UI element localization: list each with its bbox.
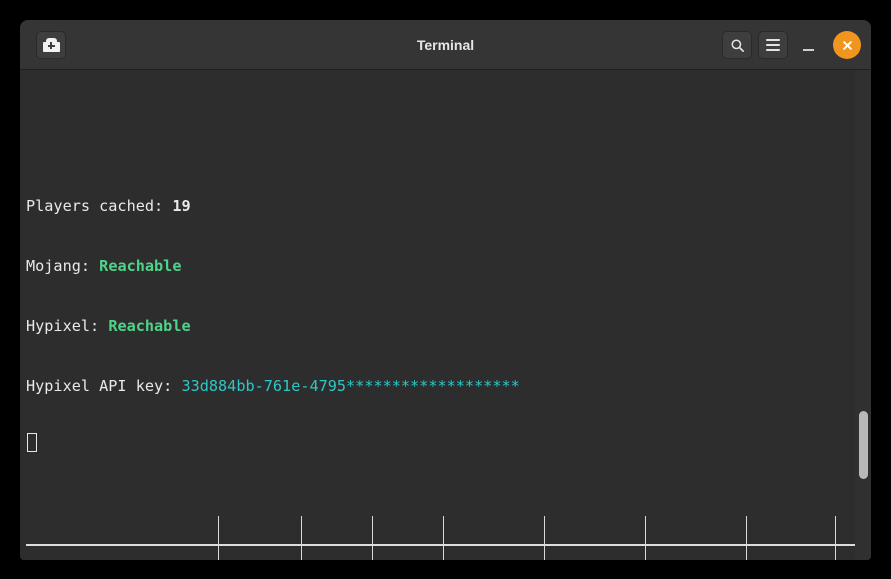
status-value-hypixel: Reachable: [108, 317, 191, 335]
status-value-mojang: Reachable: [99, 257, 182, 275]
status-line-apikey: Hypixel API key: 33d884bb-761e-4795*****…: [26, 376, 871, 396]
new-tab-button[interactable]: [36, 31, 66, 59]
terminal-content[interactable]: Players cached: 19 Mojang: Reachable Hyp…: [20, 70, 871, 560]
status-value-players: 19: [172, 197, 191, 215]
table-vertical-rule: [371, 516, 374, 560]
table-vertical-rule: [834, 516, 837, 560]
table-vertical-rule: [745, 516, 748, 560]
table-vertical-rule: [442, 516, 445, 560]
table-vertical-rule: [543, 516, 546, 560]
status-block: Players cached: 19 Mojang: Reachable Hyp…: [26, 156, 871, 436]
hamburger-menu-icon: [766, 37, 780, 53]
status-line-mojang: Mojang: Reachable: [26, 256, 871, 276]
minimize-icon: [802, 49, 814, 51]
stats-table: Name Tag Star WS FKDR WLR BBLR Wins Fina…: [26, 516, 871, 560]
close-icon: [842, 40, 852, 50]
table-header-rule: [26, 544, 871, 546]
table-vertical-rule: [217, 516, 220, 560]
status-label-players: Players cached:: [26, 197, 164, 215]
status-label-mojang: Mojang:: [26, 257, 91, 275]
text-cursor: [27, 433, 37, 452]
status-label-hypixel: Hypixel:: [26, 317, 100, 335]
new-tab-icon: [42, 38, 60, 52]
status-value-apikey: 33d884bb-761e-4795*******************: [181, 377, 520, 395]
status-line-players: Players cached: 19: [26, 196, 871, 216]
terminal-window: Terminal Players cached: 19 Mojang: Reac…: [20, 20, 871, 560]
scrollbar[interactable]: [855, 70, 871, 560]
status-label-apikey: Hypixel API key:: [26, 377, 173, 395]
table-header-row: Name Tag Star WS FKDR WLR BBLR Wins Fina…: [26, 556, 871, 560]
table-vertical-rule: [644, 516, 647, 560]
minimize-button[interactable]: [797, 31, 819, 59]
title-bar[interactable]: Terminal: [20, 20, 871, 70]
scrollbar-thumb[interactable]: [859, 411, 868, 479]
close-button[interactable]: [833, 31, 861, 59]
menu-button[interactable]: [758, 31, 788, 59]
search-button[interactable]: [722, 31, 752, 59]
status-line-hypixel: Hypixel: Reachable: [26, 316, 871, 336]
table-vertical-rule: [300, 516, 303, 560]
search-icon: [731, 39, 744, 52]
